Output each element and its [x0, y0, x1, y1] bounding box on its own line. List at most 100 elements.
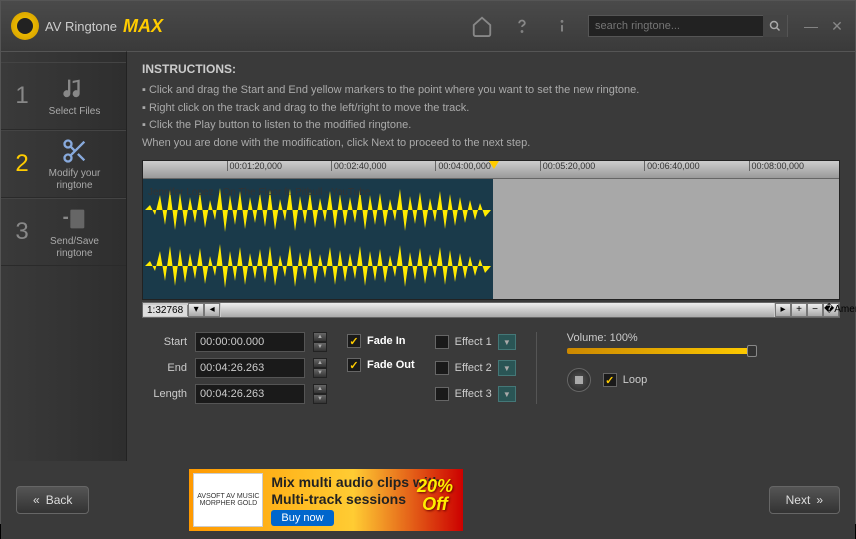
effect3-label: Effect 3: [455, 388, 492, 400]
step-send-save[interactable]: 3 Send/Save ringtone: [1, 198, 126, 266]
volume-thumb[interactable]: [747, 345, 757, 357]
footer: « Back AVSOFT AV MUSIC MORPHER GOLD Mix …: [1, 461, 855, 539]
effect1-checkbox[interactable]: [435, 335, 449, 349]
effect3-checkbox[interactable]: [435, 387, 449, 401]
search-button[interactable]: [763, 15, 787, 37]
banner-line1: Mix multi audio clips with: [271, 474, 441, 491]
loop-label: Loop: [623, 374, 647, 386]
end-spin-up[interactable]: ▲: [313, 358, 327, 368]
zoom-dropdown-button[interactable]: ▾: [188, 303, 204, 317]
step-select-files[interactable]: 1 Select Files: [1, 62, 126, 130]
waveform-selection[interactable]: Jennifer Lopez - On The Floor ft. Pitbul…: [143, 179, 493, 299]
info-icon[interactable]: [551, 15, 573, 37]
length-input[interactable]: [195, 384, 305, 404]
back-button[interactable]: « Back: [16, 486, 89, 514]
instruction-line: When you are done with the modification,…: [142, 135, 840, 153]
banner-line2: Multi-track sessions: [271, 491, 441, 508]
instruction-line: ▪ Click and drag the Start and End yello…: [142, 82, 840, 100]
chevron-right-icon: »: [816, 493, 823, 507]
waveform-editor[interactable]: 00:01:20,000 00:02:40,000 00:04:00,000 0…: [142, 160, 840, 300]
chevron-left-icon: «: [33, 493, 40, 507]
start-spin-down[interactable]: ▼: [313, 342, 327, 352]
search-input[interactable]: [589, 20, 763, 32]
timeline-tick: 00:02:40,000: [331, 161, 387, 171]
timeline-tick: 00:05:20,000: [540, 161, 596, 171]
close-button[interactable]: ✕: [829, 18, 845, 34]
end-label: End: [142, 362, 187, 374]
loop-checkbox[interactable]: [603, 373, 617, 387]
ad-banner[interactable]: AVSOFT AV MUSIC MORPHER GOLD Mix multi a…: [189, 469, 463, 531]
effect2-checkbox[interactable]: [435, 361, 449, 375]
discount-badge: 20% Off: [417, 477, 453, 513]
logo-icon: [11, 12, 39, 40]
home-icon[interactable]: [471, 15, 493, 37]
length-label: Length: [142, 388, 187, 400]
window-controls: — ✕: [803, 18, 845, 34]
app-name-b: MAX: [123, 16, 163, 37]
banner-boxart: AVSOFT AV MUSIC MORPHER GOLD: [193, 473, 263, 527]
next-label: Next: [786, 493, 811, 507]
volume-slider[interactable]: [567, 348, 757, 354]
step-sidebar: 1 Select Files 2 Modify your ringtone 3 …: [1, 51, 127, 461]
scroll-right-button[interactable]: ▸: [775, 303, 791, 317]
scroll-left-button[interactable]: ◂: [204, 303, 220, 317]
timeline-tick: 00:06:40,000: [644, 161, 700, 171]
zoom-fit-button[interactable]: �America: [823, 303, 839, 317]
instruction-line: ▪ Click the Play button to listen to the…: [142, 117, 840, 135]
volume-label: Volume: 100%: [567, 332, 840, 344]
effect3-dropdown[interactable]: ▼: [498, 386, 516, 402]
fade-out-checkbox[interactable]: [347, 358, 361, 372]
waveform-canvas[interactable]: Jennifer Lopez - On The Floor ft. Pitbul…: [143, 179, 839, 299]
track-title: Jennifer Lopez - On The Floor ft. Pitbul…: [148, 187, 370, 198]
fade-in-checkbox[interactable]: [347, 334, 361, 348]
app-name-a: AV Ringtone: [45, 19, 117, 34]
zoom-scrollbar: 1:32768 ▾ ◂ ▸ + − �America: [142, 302, 840, 318]
instructions-title: INSTRUCTIONS:: [142, 62, 840, 76]
instruction-line: ▪ Right click on the track and drag to t…: [142, 100, 840, 118]
step-label: Send/Save ringtone: [33, 236, 116, 260]
step-number: 1: [11, 82, 33, 110]
buy-now-button[interactable]: Buy now: [271, 510, 333, 526]
titlebar-icons: [471, 15, 573, 37]
device-icon: [61, 205, 89, 233]
step-number: 3: [11, 218, 33, 246]
effect2-label: Effect 2: [455, 362, 492, 374]
effect2-dropdown[interactable]: ▼: [498, 360, 516, 376]
zoom-out-button[interactable]: −: [807, 303, 823, 317]
minimize-button[interactable]: —: [803, 18, 819, 34]
scrollbar-track[interactable]: [221, 303, 774, 317]
start-spin-up[interactable]: ▲: [313, 332, 327, 342]
main-panel: INSTRUCTIONS: ▪ Click and drag the Start…: [127, 51, 855, 461]
controls-row: Start ▲▼ End ▲▼ Length ▲▼: [142, 332, 840, 404]
end-marker[interactable]: [489, 161, 499, 169]
start-label: Start: [142, 336, 187, 348]
step-number: 2: [11, 150, 33, 178]
timeline-tick: 00:04:00,000: [435, 161, 491, 171]
app-window: AV Ringtone MAX — ✕ 1 Select Files: [0, 0, 856, 524]
length-spin-down[interactable]: ▼: [313, 394, 327, 404]
app-logo: AV Ringtone MAX: [11, 12, 163, 40]
back-label: Back: [46, 493, 73, 507]
end-input[interactable]: [195, 358, 305, 378]
search-icon: [769, 20, 781, 32]
length-spin-up[interactable]: ▲: [313, 384, 327, 394]
effect1-dropdown[interactable]: ▼: [498, 334, 516, 350]
stop-button[interactable]: [567, 368, 591, 392]
zoom-in-button[interactable]: +: [791, 303, 807, 317]
end-spin-down[interactable]: ▼: [313, 368, 327, 378]
scissors-icon: [61, 137, 89, 165]
instructions-text: ▪ Click and drag the Start and End yello…: [142, 82, 840, 152]
waveform-channel-right: [145, 241, 491, 291]
start-input[interactable]: [195, 332, 305, 352]
titlebar: AV Ringtone MAX — ✕: [1, 1, 855, 51]
step-modify-ringtone[interactable]: 2 Modify your ringtone: [1, 130, 126, 198]
volume-column: Volume: 100% Loop: [536, 332, 840, 404]
effect1-label: Effect 1: [455, 336, 492, 348]
timeline-tick: 00:08:00,000: [749, 161, 805, 171]
music-note-icon: [61, 75, 89, 103]
help-icon[interactable]: [511, 15, 533, 37]
step-label: Select Files: [49, 106, 101, 118]
fade-column: Fade In Fade Out: [347, 332, 415, 404]
next-button[interactable]: Next »: [769, 486, 840, 514]
discount-off: Off: [417, 495, 453, 513]
